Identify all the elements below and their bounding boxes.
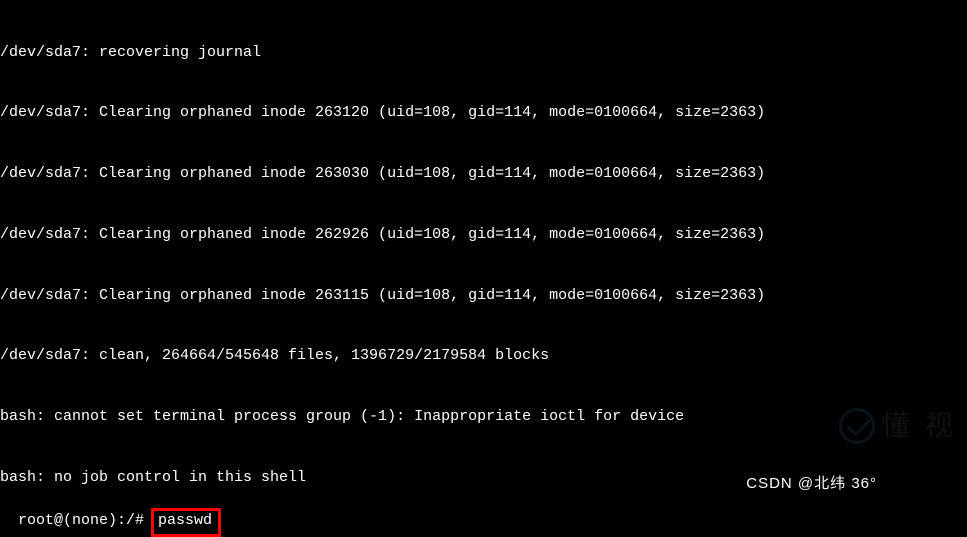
watermark-logo: 懂 视: [839, 407, 957, 445]
boot-line: /dev/sda7: Clearing orphaned inode 26311…: [0, 286, 967, 306]
bash-error-line: bash: cannot set terminal process group …: [0, 407, 967, 427]
watermark-text: 懂 视: [881, 407, 957, 445]
shell-prompt[interactable]: root@(none):/#: [18, 512, 153, 529]
boot-line: /dev/sda7: Clearing orphaned inode 26312…: [0, 103, 967, 123]
boot-line: /dev/sda7: Clearing orphaned inode 26292…: [0, 225, 967, 245]
boot-line: /dev/sda7: recovering journal: [0, 43, 967, 63]
boot-line: /dev/sda7: clean, 264664/545648 files, 1…: [0, 346, 967, 366]
attribution-text: CSDN @北纬 36°: [746, 474, 877, 494]
command-text: passwd: [158, 512, 212, 529]
watermark-icon: [839, 408, 875, 444]
terminal-output: /dev/sda7: recovering journal /dev/sda7:…: [0, 0, 967, 537]
command-highlight: passwd: [151, 508, 221, 536]
boot-line: /dev/sda7: Clearing orphaned inode 26303…: [0, 164, 967, 184]
